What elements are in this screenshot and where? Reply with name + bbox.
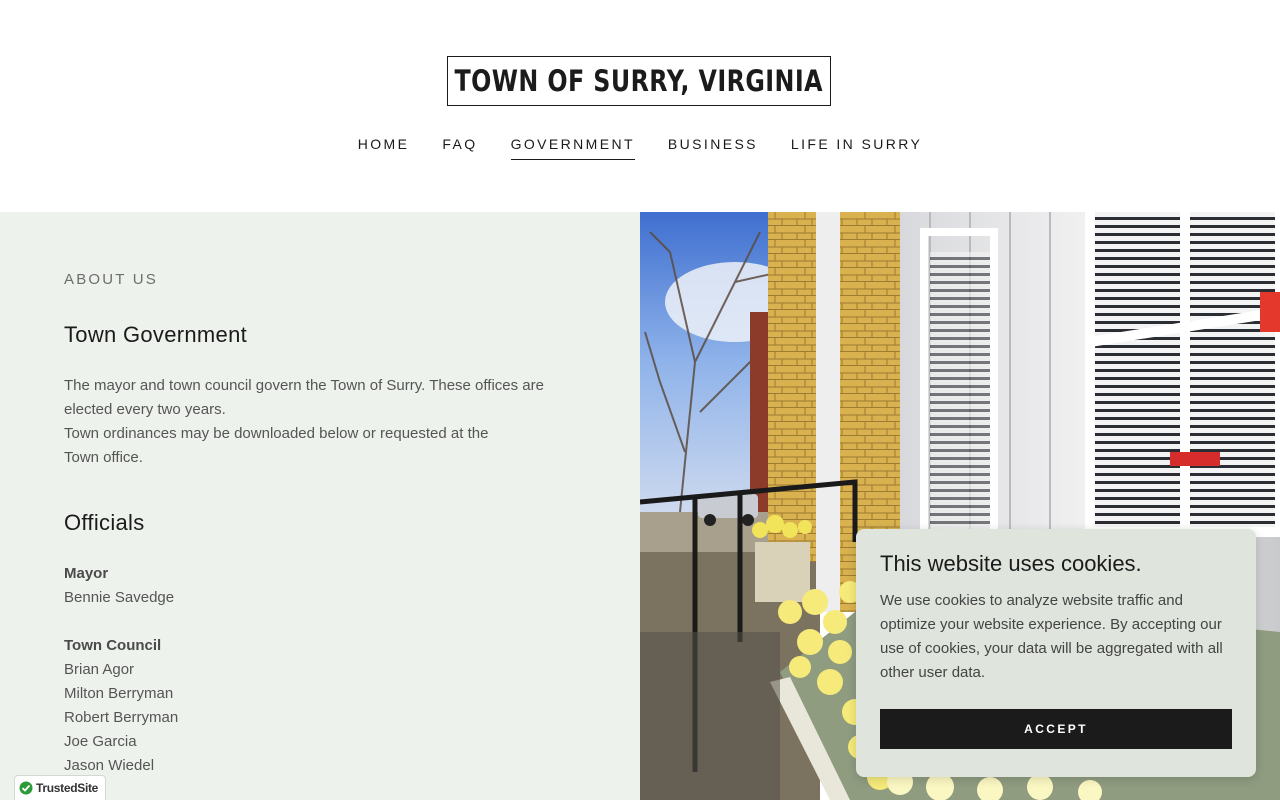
trusted-site-badge[interactable]: TrustedSite bbox=[14, 775, 106, 800]
about-text-2: Town ordinances may be downloaded below … bbox=[64, 425, 489, 466]
about-text-1: The mayor and town council govern the To… bbox=[64, 377, 544, 418]
council-member: Robert Berryman bbox=[64, 709, 179, 726]
cookie-title: This website uses cookies. bbox=[880, 551, 1142, 576]
trusted-site-label: TrustedSite bbox=[36, 781, 99, 795]
site-title: TOWN OF SURRY, VIRGINIA bbox=[454, 64, 824, 98]
mayor-label: Mayor bbox=[64, 565, 109, 582]
cookie-banner: This website uses cookies. We use cookie… bbox=[856, 529, 1256, 777]
cookie-body: We use cookies to analyze website traffi… bbox=[880, 592, 1223, 681]
accept-button[interactable]: ACCEPT bbox=[880, 709, 1232, 749]
mayor-name: Bennie Savedge bbox=[64, 589, 175, 606]
officials-heading: Officials bbox=[64, 510, 145, 535]
nav-item-life-in-surry[interactable]: LIFE IN SURRY bbox=[791, 136, 922, 160]
main-nav: HOME FAQ GOVERNMENT BUSINESS LIFE IN SUR… bbox=[0, 136, 1280, 160]
nav-item-home[interactable]: HOME bbox=[358, 136, 410, 160]
section-eyebrow: ABOUT US bbox=[64, 271, 159, 288]
council-member: Brian Agor bbox=[64, 661, 135, 678]
nav-item-faq[interactable]: FAQ bbox=[442, 136, 477, 160]
council-member: Joe Garcia bbox=[64, 733, 137, 750]
town-government-heading: Town Government bbox=[64, 322, 248, 347]
site-header: TOWN OF SURRY, VIRGINIA HOME FAQ GOVERNM… bbox=[0, 0, 1280, 212]
checkmark-shield-icon bbox=[19, 781, 33, 795]
nav-item-business[interactable]: BUSINESS bbox=[668, 136, 758, 160]
officials-list: Mayor Bennie Savedge Town Council Brian … bbox=[64, 562, 178, 778]
about-section: ABOUT US Town Government The mayor and t… bbox=[0, 212, 640, 800]
about-paragraph: The mayor and town council govern the To… bbox=[64, 374, 564, 470]
nav-item-government[interactable]: GOVERNMENT bbox=[510, 136, 635, 160]
council-label: Town Council bbox=[64, 637, 162, 654]
council-member: Milton Berryman bbox=[64, 685, 174, 702]
site-logo[interactable]: TOWN OF SURRY, VIRGINIA bbox=[447, 56, 831, 106]
